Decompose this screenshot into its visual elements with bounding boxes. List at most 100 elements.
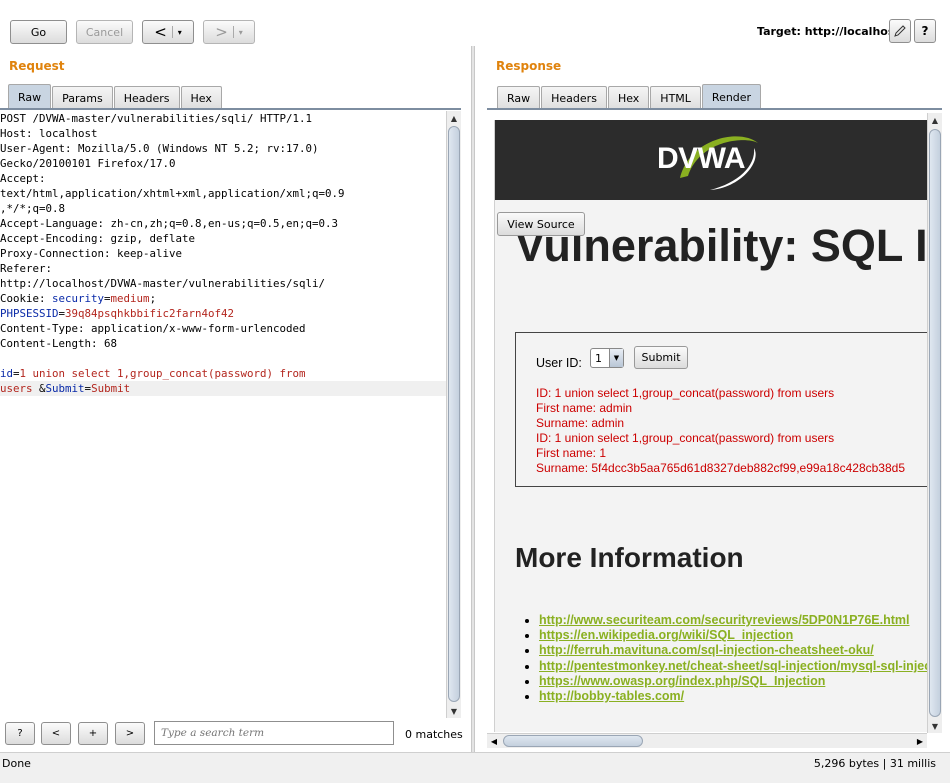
result-line: First name: 1 [536,446,607,460]
response-hscrollbar[interactable]: ◀ ▶ [487,733,927,748]
chevron-down-icon[interactable]: ▾ [178,28,182,37]
request-line: POST /DVWA-master/vulnerabilities/sqli/ … [0,112,313,125]
search-matches: 0 matches [405,728,463,741]
search-add-button[interactable]: + [78,722,108,745]
tab-render[interactable]: Render [701,84,762,109]
user-id-label: User ID: [536,356,582,370]
chevron-down-icon[interactable]: ▾ [239,28,243,37]
info-link[interactable]: http://ferruh.mavituna.com/sql-injection… [539,643,874,657]
scroll-down-icon[interactable]: ▼ [447,704,461,718]
more-info-heading: More Information [515,542,744,573]
edit-target-button[interactable] [889,19,911,43]
search-next-button[interactable]: > [115,722,145,745]
request-scrollbar[interactable]: ▲ ▼ [446,111,461,718]
info-link[interactable]: https://www.owasp.org/index.php/SQL_Inje… [539,674,825,688]
cookie-prefix: Cookie: [0,292,53,305]
tab-params[interactable]: Params [52,86,113,109]
tab-headers[interactable]: Headers [113,86,180,109]
response-title: Response [496,59,562,73]
request-line: Content-Type: application/x-www-form-url… [0,322,306,335]
search-prev-button[interactable]: < [41,722,71,745]
request-line: text/html,application/xhtml+xml,applicat… [0,187,345,200]
scroll-right-icon[interactable]: ▶ [913,734,927,748]
forward-button[interactable]: > ▾ [203,20,255,44]
body-id-value: 1 union select 1,group_concat(password) … [19,367,306,380]
scroll-up-icon[interactable]: ▲ [447,111,461,125]
body-line: users &Submit=Submit [0,381,446,396]
divider [232,26,234,38]
search-help-button[interactable]: ? [5,722,35,745]
tab-html[interactable]: HTML [650,86,701,109]
dvwa-logo: DVWA [657,142,746,175]
tab-headers[interactable]: Headers [541,86,607,109]
list-item: http://pentestmonkey.net/cheat-sheet/sql… [539,659,927,674]
info-link[interactable]: http://www.securiteam.com/securityreview… [539,613,910,627]
status-text: Done [2,757,31,770]
body-id-value-cont: users [0,382,40,395]
chevron-down-icon: ▼ [609,349,623,367]
back-button[interactable]: < ▾ [142,20,194,44]
target-label: Target: http://localhost [757,25,900,38]
scroll-up-icon[interactable]: ▲ [928,113,942,127]
help-button[interactable]: ? [914,19,936,43]
go-button[interactable]: Go [10,20,67,44]
request-line: Referer: [0,262,53,275]
status-bar: Done 5,296 bytes | 31 millis [0,752,950,783]
user-id-select[interactable]: 1 ▼ [590,348,624,368]
request-line: Accept-Language: zh-cn,zh;q=0.8,en-us;q=… [0,217,339,230]
dvwa-header: DVWA [495,120,927,200]
tab-hex[interactable]: Hex [180,86,222,109]
result-line: Surname: 5f4dcc3b5aa765d61d8327deb882cf9… [536,461,905,475]
request-line: Content-Length: 68 [0,337,118,350]
panel-splitter[interactable] [471,46,475,756]
scroll-left-icon[interactable]: ◀ [487,734,501,748]
result-line: ID: 1 union select 1,group_concat(passwo… [536,386,835,400]
forward-arrow-icon: > [215,22,228,41]
request-text[interactable]: POST /DVWA-master/vulnerabilities/sqli/ … [0,111,446,396]
cancel-button[interactable]: Cancel [76,20,133,44]
user-id-value: 1 [595,351,602,365]
tab-hex[interactable]: Hex [607,86,650,109]
request-title: Request [9,59,65,73]
tab-divider [0,108,461,110]
request-line: User-Agent: Mozilla/5.0 (Windows NT 5.2;… [0,142,319,155]
view-source-button[interactable]: View Source [497,212,585,236]
result-line: Surname: admin [536,416,625,430]
scroll-down-icon[interactable]: ▼ [928,719,942,733]
info-link[interactable]: https://en.wikipedia.org/wiki/SQL_inject… [539,628,793,642]
body-line: id=1 union select 1,group_concat(passwor… [0,366,446,381]
request-line: Accept-Encoding: gzip, deflate [0,232,196,245]
request-editor[interactable]: POST /DVWA-master/vulnerabilities/sqli/ … [0,111,446,718]
request-line: Gecko/20100101 Firefox/17.0 [0,157,176,170]
response-scrollbar[interactable]: ▲ ▼ [927,113,942,733]
scroll-thumb[interactable] [929,129,941,717]
cookie-param-value: medium [110,292,150,305]
body-id-name: id [0,367,14,380]
tab-divider [487,108,942,110]
cookie-end: ; [149,292,157,305]
tab-raw[interactable]: Raw [497,86,541,109]
query-results: ID: 1 union select 1,group_concat(passwo… [536,386,905,476]
tab-raw[interactable]: Raw [8,84,52,109]
result-line: ID: 1 union select 1,group_concat(passwo… [536,431,835,445]
response-stats: 5,296 bytes | 31 millis [813,757,936,770]
scroll-thumb[interactable] [448,126,460,702]
request-line: Accept: [0,172,46,185]
request-line: ,*/*;q=0.8 [0,202,66,215]
response-tabs: Raw Headers Hex HTML Render [497,84,762,109]
scroll-thumb[interactable] [503,735,643,747]
info-link[interactable]: http://pentestmonkey.net/cheat-sheet/sql… [539,659,927,673]
phpsessid-line: PHPSESSID=39q84psqhkbbific2farn4of42 [0,306,446,321]
body-submit-name: Submit [45,382,85,395]
submit-button[interactable]: Submit [634,346,688,369]
list-item: http://ferruh.mavituna.com/sql-injection… [539,643,927,658]
request-line: Proxy-Connection: keep-alive [0,247,183,260]
sql-form-box: User ID: 1 ▼ Submit ID: 1 union select 1… [515,332,927,487]
phpsessid-value: 39q84psqhkbbific2farn4of42 [65,307,235,320]
result-line: First name: admin [536,401,633,415]
pencil-icon [894,25,906,37]
info-links: http://www.securiteam.com/securityreview… [539,613,927,704]
info-link[interactable]: http://bobby-tables.com/ [539,689,684,703]
request-line: http://localhost/DVWA-master/vulnerabili… [0,277,326,290]
search-input[interactable] [154,721,394,745]
